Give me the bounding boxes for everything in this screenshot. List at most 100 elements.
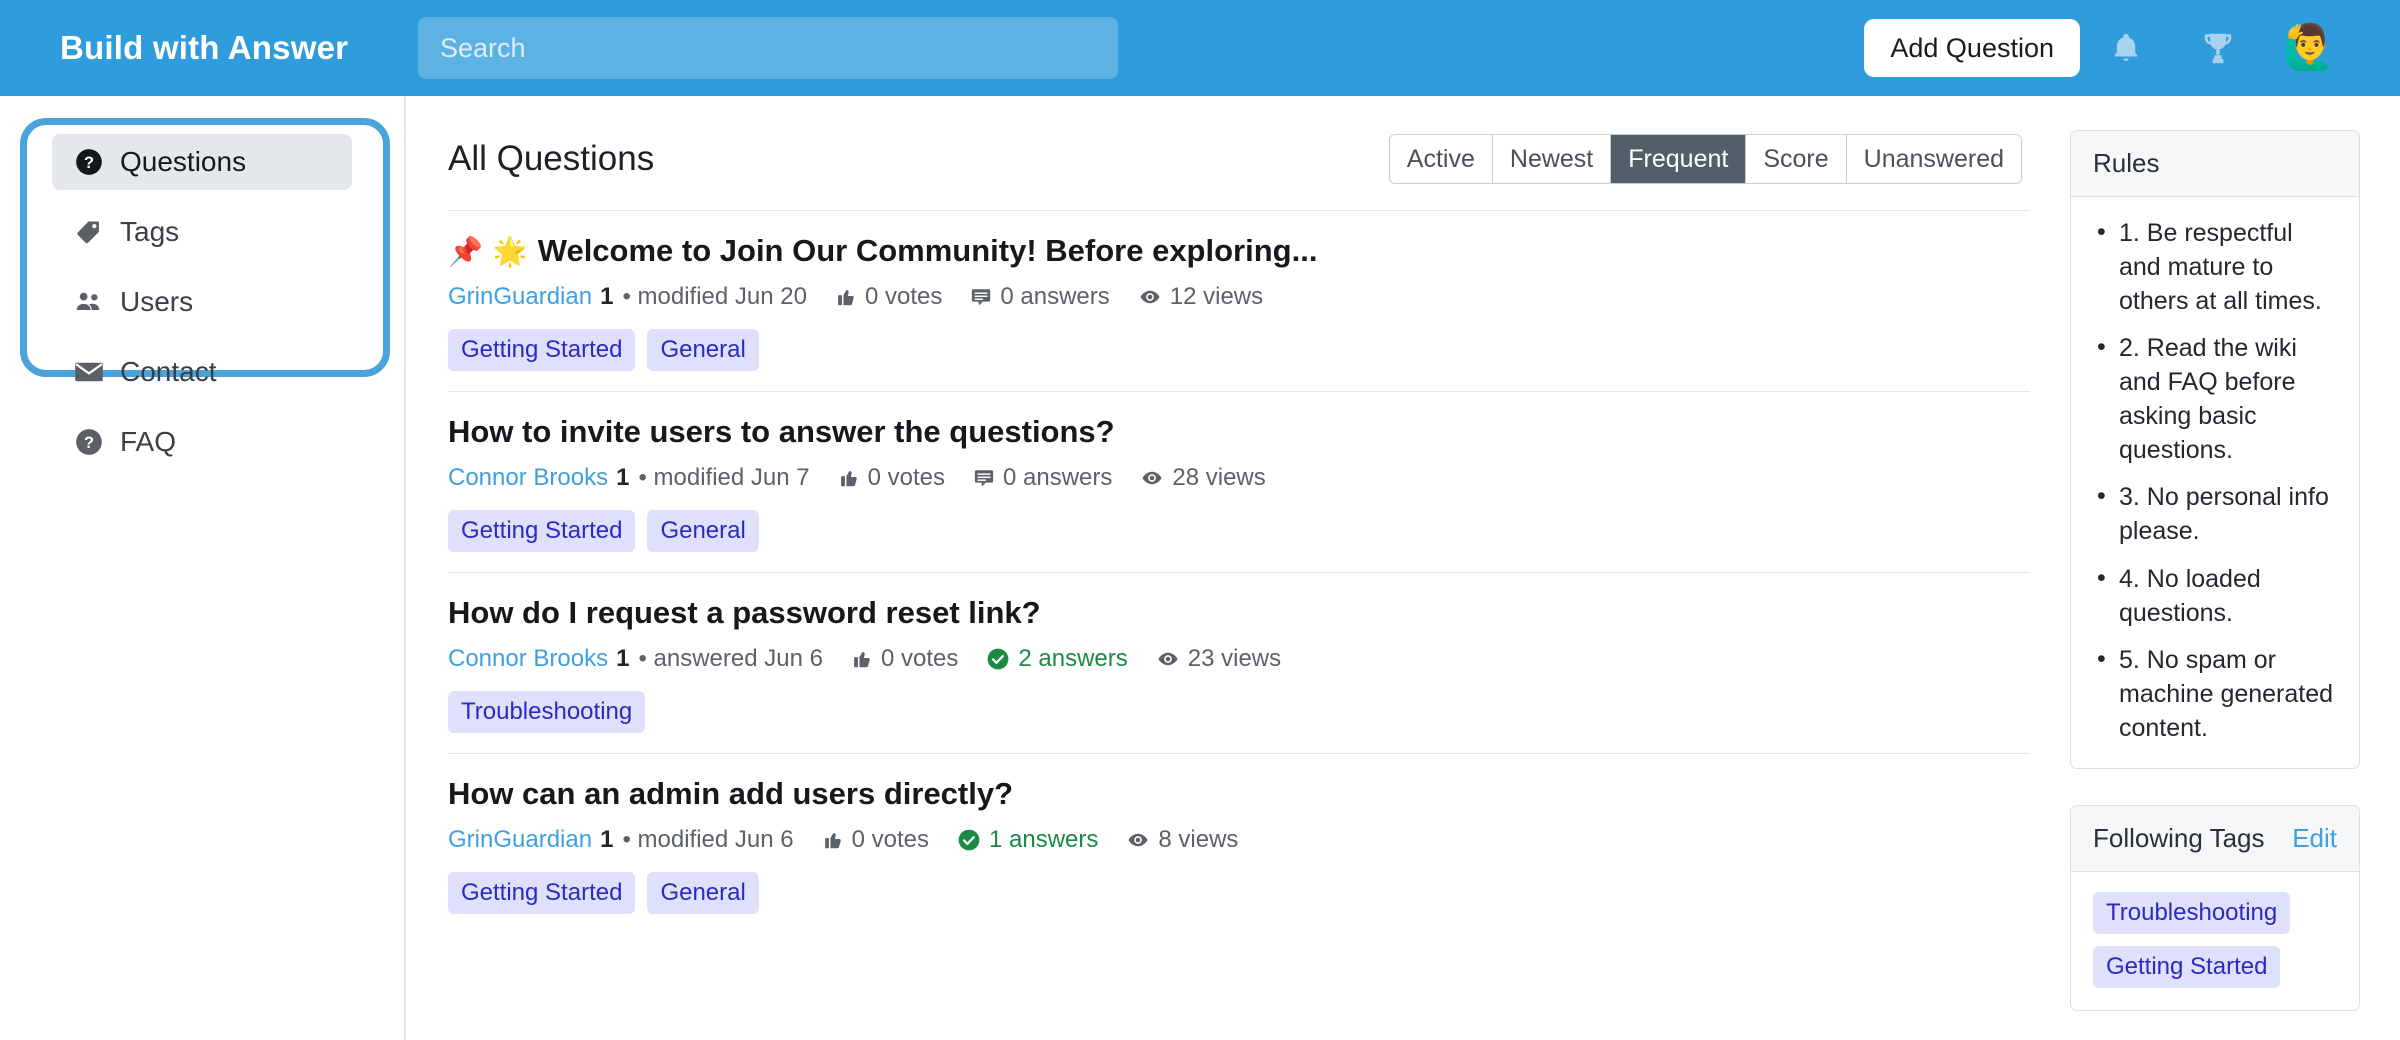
question-tags: Getting Started General	[448, 329, 2030, 371]
brand-logo[interactable]: Build with Answer	[0, 29, 400, 67]
question-item: How to invite users to answer the questi…	[448, 391, 2030, 572]
svg-text:?: ?	[84, 154, 94, 172]
tab-frequent[interactable]: Frequent	[1611, 135, 1747, 183]
eye-icon	[1156, 648, 1180, 670]
rules-list: 1. Be respectful and mature to others at…	[2093, 216, 2337, 746]
bell-icon	[2109, 29, 2143, 67]
question-author-link[interactable]: Connor Brooks	[448, 464, 608, 492]
following-tags-header: Following Tags Edit	[2071, 805, 2359, 872]
sort-tabs: Active Newest Frequent Score Unanswered	[1388, 134, 2022, 184]
question-meta: Connor Brooks 1 • answered Jun 6 0 votes	[448, 645, 2030, 673]
views-stat: 28 views	[1140, 464, 1266, 492]
question-title-link[interactable]: How do I request a password reset link?	[448, 595, 2030, 631]
question-tags: Getting Started General	[448, 510, 2030, 552]
author-reputation: 1	[600, 283, 614, 310]
star-emoji-icon: 🌟	[492, 235, 528, 267]
answers-stat: 0 answers	[970, 283, 1110, 311]
comment-icon	[970, 286, 992, 308]
tag-chip[interactable]: General	[647, 510, 759, 552]
pin-icon: 📌	[448, 235, 483, 267]
votes-stat: 0 votes	[822, 826, 929, 854]
question-activity: • answered Jun 6	[638, 645, 823, 673]
question-title-link[interactable]: How to invite users to answer the questi…	[448, 414, 2030, 450]
votes-text: 0 votes	[867, 464, 945, 491]
following-tags-title: Following Tags	[2093, 822, 2265, 853]
tag-chip[interactable]: Troubleshooting	[448, 691, 646, 733]
search-input[interactable]	[418, 17, 1118, 79]
question-meta: GrinGuardian 1 • modified Jun 6 0 votes	[448, 826, 2030, 854]
views-text: 28 views	[1172, 464, 1266, 491]
question-activity: • modified Jun 7	[638, 464, 809, 492]
question-author-link[interactable]: GrinGuardian	[448, 283, 592, 311]
eye-icon	[1138, 286, 1162, 308]
sidebar-item-questions[interactable]: ? Questions	[52, 134, 352, 190]
tag-chip[interactable]: General	[647, 872, 759, 914]
question-title-link[interactable]: 📌 🌟 Welcome to Join Our Community! Befor…	[448, 233, 2030, 269]
answers-text: 1 answers	[989, 826, 1099, 853]
tag-chip[interactable]: Getting Started	[448, 510, 636, 552]
question-meta: GrinGuardian 1 • modified Jun 20 0 votes	[448, 283, 2030, 311]
author-reputation: 1	[616, 464, 630, 491]
tab-newest[interactable]: Newest	[1492, 135, 1612, 183]
question-activity-text: modified Jun 6	[637, 826, 794, 853]
answers-stat: 2 answers	[986, 645, 1128, 673]
question-activity-text: modified Jun 7	[653, 464, 810, 491]
tag-chip[interactable]: Troubleshooting	[2093, 891, 2291, 934]
question-title-text: How do I request a password reset link?	[448, 595, 1041, 630]
question-list: 📌 🌟 Welcome to Join Our Community! Befor…	[448, 210, 2030, 934]
tag-icon	[74, 217, 104, 247]
question-activity: • modified Jun 6	[622, 826, 793, 854]
tag-chip[interactable]: Getting Started	[448, 329, 636, 371]
trophy-icon	[2199, 29, 2237, 67]
meta-separator: •	[638, 645, 647, 672]
author-reputation: 1	[600, 826, 614, 853]
question-circle-icon: ?	[74, 147, 104, 177]
question-title-text: How to invite users to answer the questi…	[448, 414, 1115, 449]
question-meta: Connor Brooks 1 • modified Jun 7 0 votes	[448, 464, 2030, 492]
add-question-button[interactable]: Add Question	[1864, 19, 2080, 77]
page-title: All Questions	[448, 139, 655, 178]
votes-text: 0 votes	[851, 826, 929, 853]
sidebar-item-contact[interactable]: Contact	[52, 344, 352, 400]
rules-card: Rules 1. Be respectful and mature to oth…	[2070, 130, 2360, 769]
votes-stat: 0 votes	[851, 645, 958, 673]
tag-chip[interactable]: Getting Started	[448, 872, 636, 914]
tag-chip[interactable]: General	[647, 329, 759, 371]
question-activity-text: modified Jun 20	[637, 283, 807, 310]
meta-separator: •	[622, 283, 631, 310]
user-menu-button[interactable]: 🙋‍♂️	[2264, 0, 2356, 96]
tab-unanswered[interactable]: Unanswered	[1846, 135, 2021, 183]
meta-separator: •	[638, 464, 647, 491]
users-icon	[74, 287, 104, 317]
achievements-button[interactable]	[2172, 0, 2264, 96]
question-author-link[interactable]: GrinGuardian	[448, 826, 592, 854]
tab-active[interactable]: Active	[1389, 135, 1493, 183]
answers-stat: 1 answers	[957, 826, 1098, 854]
rule-item: 2. Read the wiki and FAQ before asking b…	[2093, 331, 2337, 467]
rules-card-header: Rules	[2071, 131, 2359, 197]
sidebar-item-label: Contact	[120, 356, 217, 387]
edit-following-tags-link[interactable]: Edit	[2292, 823, 2337, 854]
views-text: 23 views	[1187, 645, 1282, 672]
sidebar-item-users[interactable]: Users	[52, 274, 352, 330]
votes-stat: 0 votes	[838, 464, 945, 492]
votes-stat: 0 votes	[835, 283, 942, 311]
rules-card-body: 1. Be respectful and mature to others at…	[2071, 197, 2359, 768]
views-stat: 23 views	[1156, 645, 1281, 673]
sidebar-item-faq[interactable]: ? FAQ	[52, 414, 352, 470]
rule-item: 3. No personal info please.	[2093, 480, 2337, 549]
question-item: How can an admin add users directly? Gri…	[448, 753, 2030, 934]
question-title-link[interactable]: How can an admin add users directly?	[448, 776, 2030, 812]
sidebar-item-tags[interactable]: Tags	[52, 204, 352, 260]
sidebar-nav: ? Questions Tags Users Contact ? FAQ	[52, 134, 352, 484]
thumbs-up-icon	[838, 467, 860, 489]
main-header: All Questions Active Newest Frequent Sco…	[448, 130, 2030, 188]
answers-text: 0 answers	[1000, 283, 1110, 310]
notifications-button[interactable]	[2080, 0, 2172, 96]
tab-score[interactable]: Score	[1746, 135, 1847, 183]
question-author-link[interactable]: Connor Brooks	[448, 645, 608, 673]
tag-chip[interactable]: Getting Started	[2093, 945, 2281, 988]
question-title-text: Welcome to Join Our Community! Before ex…	[537, 233, 1318, 268]
check-circle-icon	[957, 828, 981, 852]
votes-text: 0 votes	[880, 645, 959, 672]
